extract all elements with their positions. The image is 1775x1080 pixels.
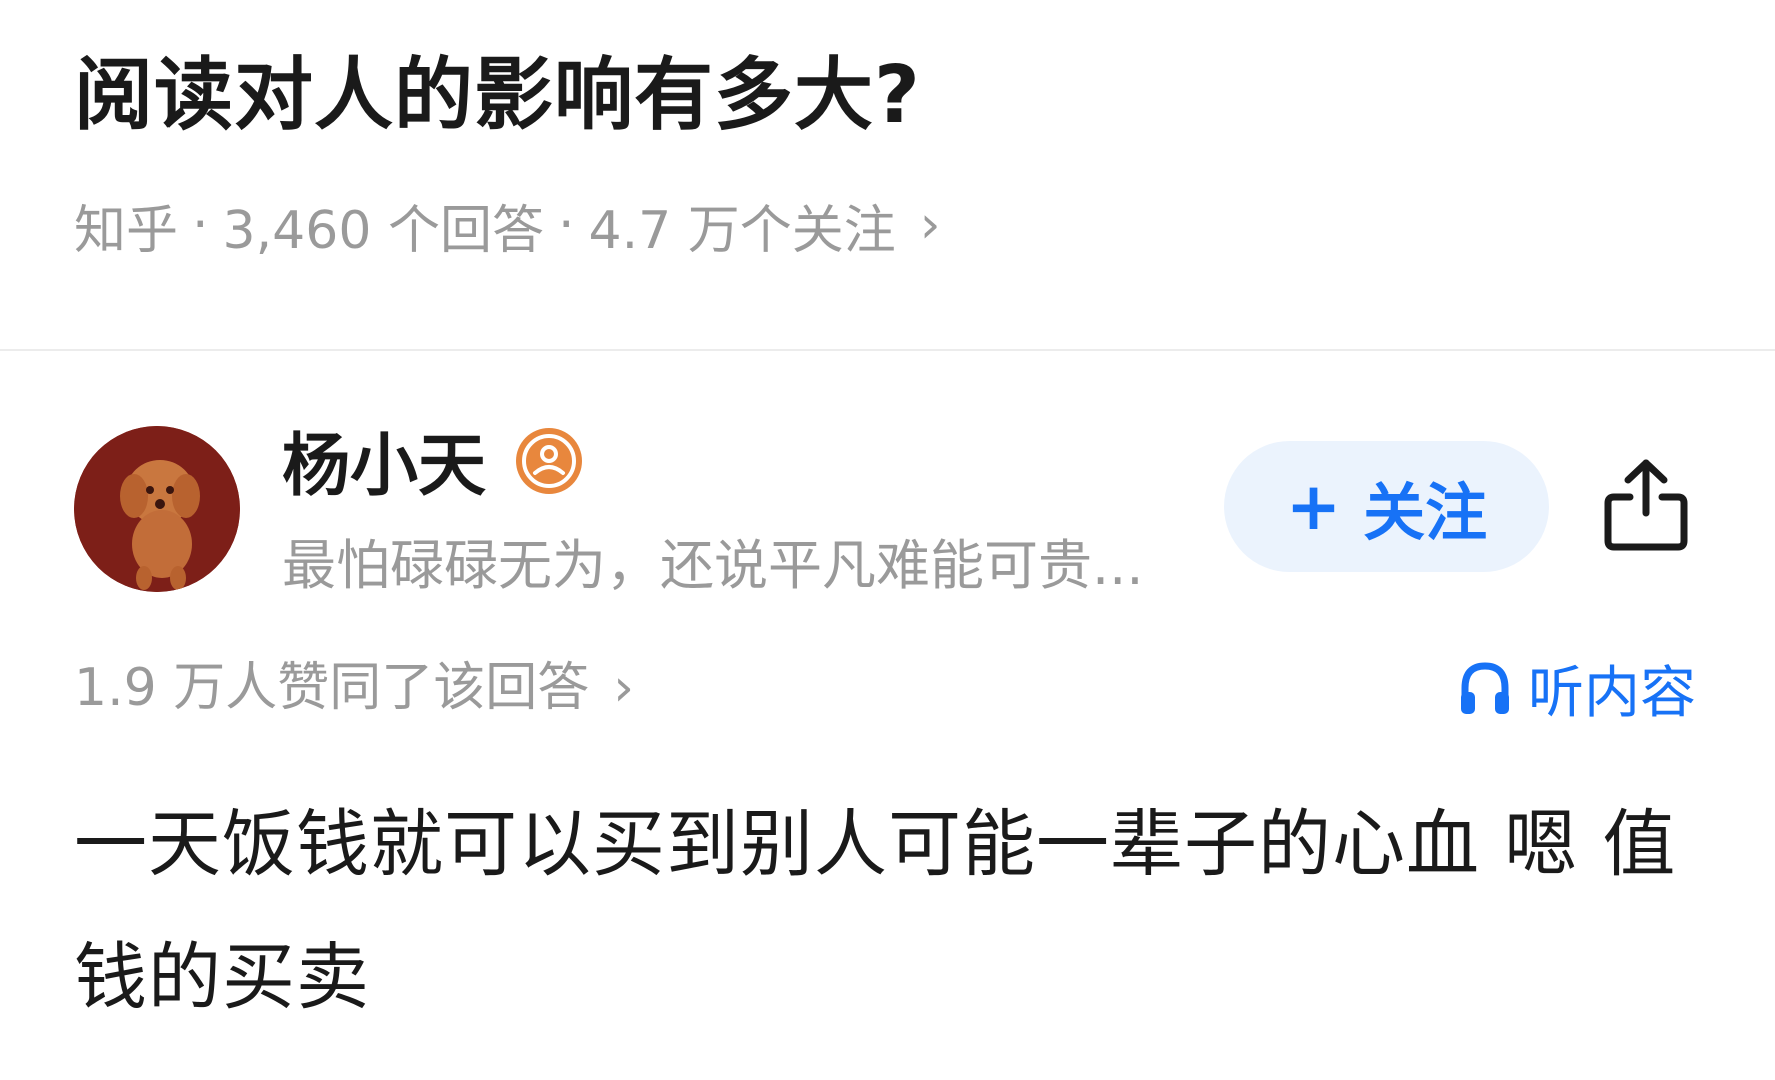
meta-separator: · [192, 195, 209, 255]
avatar-image [74, 426, 240, 592]
follow-label: 关注 [1363, 475, 1488, 549]
meta-separator: · [557, 195, 575, 255]
follower-count: 4.7 万个关注 [588, 200, 896, 261]
share-icon[interactable] [1600, 455, 1692, 555]
listen-button[interactable]: 听内容 [1458, 648, 1696, 728]
source-label: 知乎 [74, 200, 179, 261]
author-name[interactable]: 杨小天 [282, 422, 486, 512]
answer-body: 一天饭钱就可以买到别人可能一辈子的心血 嗯 值钱的买卖 [74, 802, 1677, 1020]
headphones-icon [1461, 662, 1509, 714]
avatar[interactable] [74, 426, 240, 592]
plus-icon: + [1285, 468, 1342, 545]
chevron-right-icon: › [613, 658, 635, 718]
question-title: 阅读对人的影响有多大? [74, 49, 921, 141]
author-bio: 最怕碌碌无为，还说平凡难能可贵... [282, 534, 1144, 597]
listen-label: 听内容 [1528, 660, 1696, 726]
follow-button[interactable]: + 关注 [1224, 441, 1549, 572]
upvote-count: 1.9 万人赞同了该回答 [74, 658, 590, 718]
chevron-right-icon: › [919, 195, 941, 255]
answer-count: 3,460 个回答 [222, 200, 544, 261]
section-divider [0, 349, 1775, 351]
question-meta[interactable]: 知乎 · 3,460 个回答 · 4.7 万个关注 › [74, 190, 941, 261]
user-badge-icon [513, 425, 585, 497]
upvote-summary[interactable]: 1.9 万人赞同了该回答 › [74, 650, 634, 726]
